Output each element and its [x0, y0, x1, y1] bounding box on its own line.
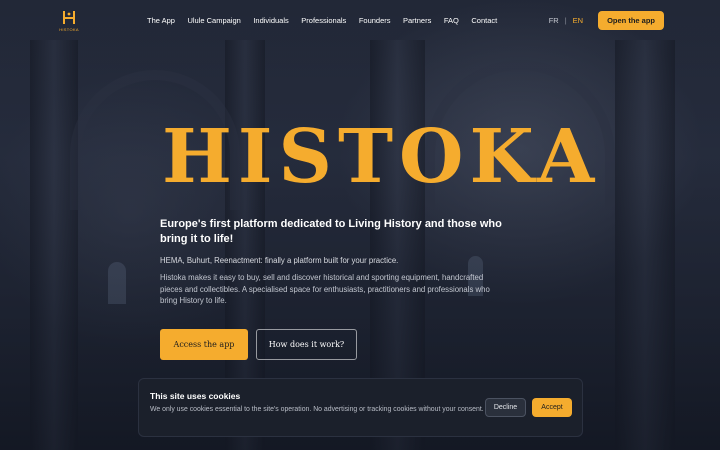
lang-separator: |: [564, 15, 567, 25]
lang-fr[interactable]: FR: [549, 16, 559, 25]
hero-description: Histoka makes it easy to buy, sell and d…: [160, 273, 490, 305]
nav-item-the-app[interactable]: The App: [147, 16, 175, 25]
main-nav: The App Ulule Campaign Individuals Profe…: [147, 16, 497, 25]
cookie-text: We only use cookies essential to the sit…: [150, 406, 484, 413]
nav-item-professionals[interactable]: Professionals: [301, 16, 346, 25]
open-app-button[interactable]: Open the app: [598, 10, 664, 30]
cookie-banner: This site uses cookies We only use cooki…: [138, 378, 583, 437]
nav-item-individuals[interactable]: Individuals: [253, 16, 288, 25]
logo-text: HISTOKA: [59, 26, 79, 32]
how-it-works-button[interactable]: How does it work?: [256, 329, 357, 360]
nav-item-ulule-campaign[interactable]: Ulule Campaign: [187, 16, 240, 25]
site-header: HISTOKA The App Ulule Campaign Individua…: [0, 0, 720, 40]
nav-item-partners[interactable]: Partners: [403, 16, 431, 25]
hero-title: HISTOKA: [162, 114, 601, 200]
decline-cookies-button[interactable]: Decline: [485, 398, 526, 417]
nav-item-faq[interactable]: FAQ: [444, 16, 459, 25]
lang-en[interactable]: EN: [573, 16, 583, 25]
access-app-button[interactable]: Access the app: [160, 329, 248, 360]
logo[interactable]: HISTOKA: [58, 8, 80, 32]
language-switcher: FR | EN: [549, 16, 583, 25]
nav-item-founders[interactable]: Founders: [359, 16, 391, 25]
nav-item-contact[interactable]: Contact: [471, 16, 497, 25]
logo-h-icon: [63, 10, 75, 24]
hero-tagline: Europe's first platform dedicated to Liv…: [160, 218, 502, 245]
accept-cookies-button[interactable]: Accept: [532, 398, 572, 417]
hero-subline: HEMA, Buhurt, Reenactment: finally a pla…: [160, 256, 399, 265]
